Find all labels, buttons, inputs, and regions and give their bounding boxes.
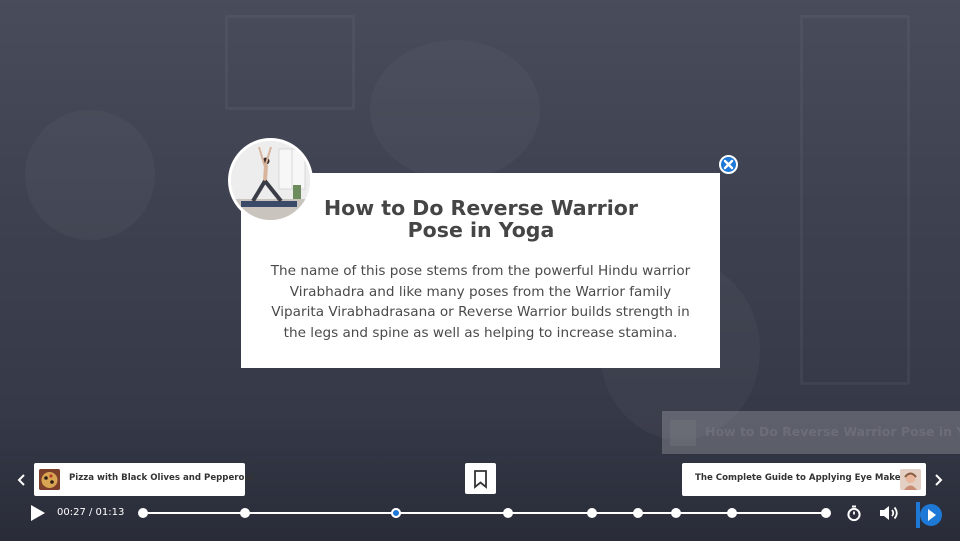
- brand-logo-button[interactable]: [916, 501, 943, 529]
- next-video-card[interactable]: The Complete Guide to Applying Eye Makeu…: [682, 463, 926, 496]
- upcoming-video-thumbnail: [670, 420, 696, 446]
- chevron-right-icon: [935, 474, 943, 486]
- next-video-arrow[interactable]: [932, 471, 946, 489]
- chapter-marker[interactable]: [670, 508, 681, 518]
- upcoming-video-title: How to Do Reverse Warrior Pose in Yoga: [705, 424, 960, 439]
- timer-icon: [847, 505, 861, 522]
- volume-button[interactable]: [878, 504, 900, 522]
- yoga-pose-photo: [228, 138, 313, 223]
- previous-video-title: Pizza with Black Olives and Pepperoni: [69, 473, 254, 483]
- next-video-thumbnail: [900, 469, 921, 490]
- upcoming-video-card[interactable]: How to Do Reverse Warrior Pose in Yoga: [662, 411, 960, 454]
- chapter-marker[interactable]: [726, 508, 737, 518]
- brand-logo-icon: [916, 502, 942, 528]
- progress-playhead[interactable]: [390, 508, 401, 518]
- bookmark-button[interactable]: [465, 463, 496, 494]
- previous-video-card[interactable]: Pizza with Black Olives and Pepperoni: [34, 463, 254, 496]
- popup-description: The name of this pose stems from the pow…: [270, 263, 691, 341]
- player-controls: 00:27 / 01:13: [0, 498, 960, 541]
- chapter-marker[interactable]: [633, 508, 644, 518]
- chapter-marker[interactable]: [138, 508, 148, 518]
- chapter-marker[interactable]: [503, 508, 514, 518]
- info-popup: How to Do Reverse Warrior Pose in Yoga T…: [241, 173, 720, 368]
- video-stage[interactable]: How to Do Reverse Warrior Pose in Yoga H…: [0, 0, 960, 541]
- timer-button[interactable]: [845, 504, 863, 522]
- close-icon: [723, 159, 734, 170]
- time-display: 00:27 / 01:13: [57, 507, 125, 518]
- play-button[interactable]: [29, 503, 47, 523]
- chapter-marker[interactable]: [240, 508, 251, 518]
- chevron-left-icon: [17, 474, 25, 486]
- close-button[interactable]: [719, 155, 738, 174]
- bookmark-icon: [474, 470, 487, 489]
- previous-video-thumbnail: [39, 469, 60, 490]
- previous-video-arrow[interactable]: [16, 471, 30, 489]
- play-icon: [31, 505, 45, 521]
- chapter-marker[interactable]: [587, 508, 598, 518]
- chapter-marker[interactable]: [821, 508, 831, 518]
- popup-title: How to Do Reverse Warrior Pose in Yoga: [323, 196, 639, 242]
- volume-icon: [880, 506, 898, 520]
- next-video-title: The Complete Guide to Applying Eye Makeu…: [695, 473, 917, 483]
